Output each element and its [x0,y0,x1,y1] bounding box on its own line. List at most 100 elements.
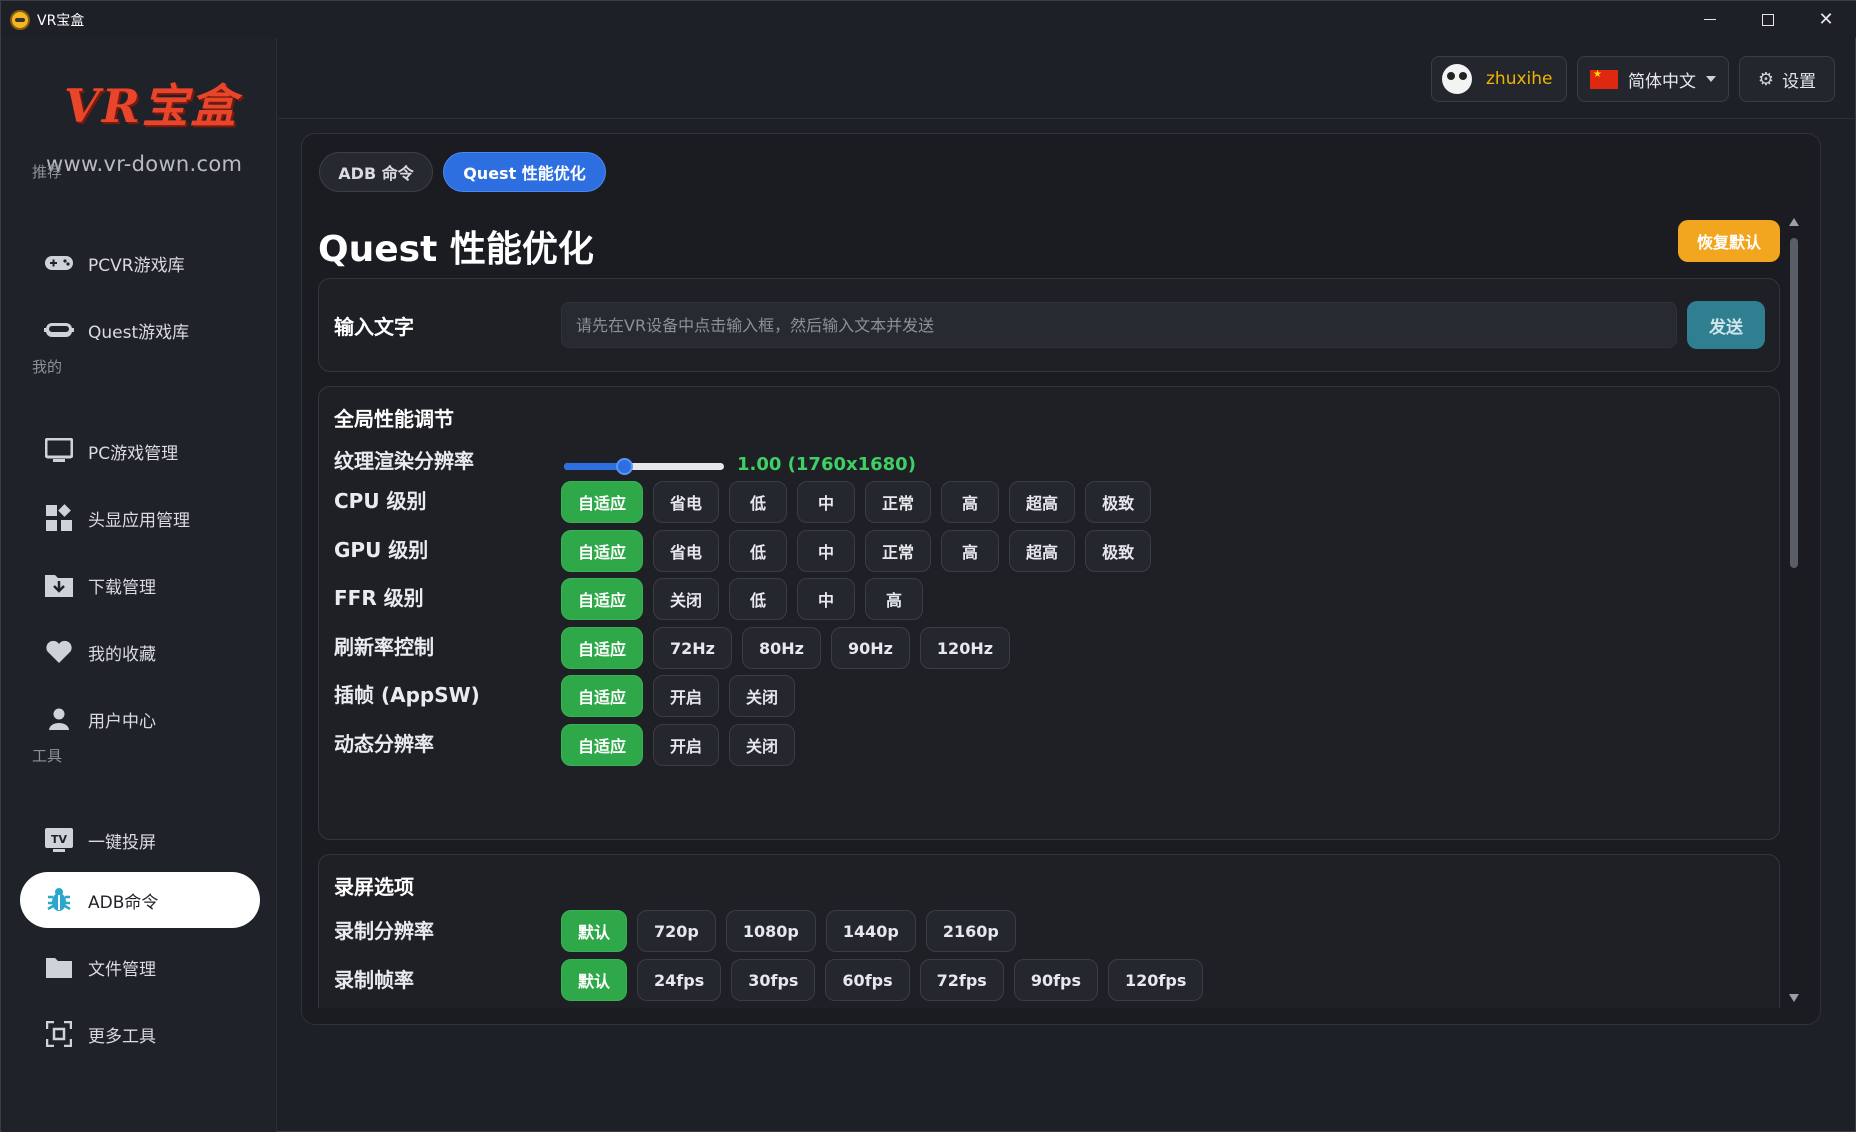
option-button[interactable]: 120Hz [919,627,1011,669]
folder-icon [44,952,74,982]
record-resolution-options: 默认 720p 1080p 1440p 2160p [561,910,1016,952]
sidebar-item-label: 用户中心 [88,711,156,732]
option-button[interactable]: 超高 [1009,481,1076,523]
option-button[interactable]: 72Hz [653,627,732,669]
scroll-content[interactable]: 输入文字 发送 全局性能调节 纹理渲染分辨率 1.00 (1760x1680) … [318,278,1782,1008]
language-select[interactable]: 简体中文 [1577,56,1729,102]
option-button[interactable]: 自适应 [561,627,644,669]
vertical-scrollbar[interactable] [1788,218,1800,1008]
option-button[interactable]: 高 [941,530,1000,572]
option-button[interactable]: 自适应 [561,530,644,572]
avatar [1442,64,1472,94]
settings-button[interactable]: ⚙ 设置 [1739,56,1835,102]
sidebar-item-adb-command[interactable]: ADB命令 [20,872,260,928]
option-button[interactable]: 正常 [865,530,932,572]
page-title: Quest 性能优化 [318,229,594,270]
option-button[interactable]: 1440p [825,910,916,952]
option-button[interactable]: 开启 [653,675,720,717]
option-button[interactable]: 默认 [561,959,628,1001]
close-button[interactable]: ✕ [1797,1,1855,38]
minimize-button[interactable] [1681,1,1739,38]
sidebar-item-my-favorites[interactable]: 我的收藏 [20,624,260,680]
record-framerate-options: 默认 24fps 30fps 60fps 72fps 90fps 120fps [561,959,1204,1001]
sidebar-item-more-tools[interactable]: 更多工具 [20,1006,260,1062]
option-button[interactable]: 低 [729,481,788,523]
sidebar-item-label: 头显应用管理 [88,510,190,531]
send-button[interactable]: 发送 [1687,301,1765,349]
option-button[interactable]: 60fps [825,959,910,1001]
option-button[interactable]: 中 [797,530,856,572]
settings-label: 设置 [1782,71,1817,92]
sidebar-item-label: 更多工具 [88,1026,156,1047]
sidebar-item-pc-game-management[interactable]: PC游戏管理 [20,423,260,479]
sidebar-item-download-management[interactable]: 下载管理 [20,557,260,613]
option-button[interactable]: 自适应 [561,724,644,766]
scroll-up-icon[interactable] [1789,218,1799,226]
texture-resolution-slider[interactable] [564,458,724,475]
tv-icon: TV [44,825,74,855]
sidebar-item-pcvr-library[interactable]: PCVR游戏库 [20,235,260,291]
sidebar-item-file-management[interactable]: 文件管理 [20,939,260,995]
option-button[interactable]: 开启 [653,724,720,766]
sidebar-item-label: Quest游戏库 [88,322,190,343]
section-label-recommend: 推荐 [32,163,63,181]
option-button[interactable]: 关闭 [729,675,796,717]
tab-quest-performance[interactable]: Quest 性能优化 [443,152,606,192]
option-button[interactable]: 自适应 [561,578,644,620]
refresh-rate-label: 刷新率控制 [334,635,434,659]
app-window: VR宝盒 ✕ VR宝盒 www.vr-down.com 推荐 PCVR游戏库 Q… [0,0,1856,1132]
option-button[interactable]: 自适应 [561,675,644,717]
user-chip[interactable]: zhuxihe [1431,56,1567,102]
maximize-icon [1762,13,1774,26]
option-button[interactable]: 中 [797,578,856,620]
option-button[interactable]: 自适应 [561,481,644,523]
sidebar-item-quest-library[interactable]: Quest游戏库 [20,302,260,358]
option-button[interactable]: 省电 [653,481,720,523]
scan-icon [44,1019,74,1049]
option-button[interactable]: 24fps [637,959,722,1001]
option-button[interactable]: 80Hz [741,627,821,669]
monitor-icon [44,436,74,466]
option-button[interactable]: 2160p [925,910,1016,952]
option-button[interactable]: 90fps [1013,959,1099,1001]
section-label-mine: 我的 [32,358,63,376]
option-button[interactable]: 低 [729,578,788,620]
sidebar: VR宝盒 www.vr-down.com 推荐 PCVR游戏库 Quest游戏库… [2,38,277,1132]
scrollbar-thumb[interactable] [1790,238,1798,568]
scroll-down-icon[interactable] [1789,994,1799,1002]
option-button[interactable]: 极致 [1085,481,1152,523]
appsw-label: 插帧 (AppSW) [334,683,480,707]
maximize-button[interactable] [1739,1,1797,38]
logo: VR宝盒 www.vr-down.com [46,70,246,176]
option-button[interactable]: 省电 [653,530,720,572]
reset-default-button[interactable]: 恢复默认 [1678,220,1780,262]
slider-thumb[interactable] [616,458,634,475]
heart-icon [44,637,74,667]
option-button[interactable]: 72fps [919,959,1004,1001]
option-button[interactable]: 高 [865,578,924,620]
sidebar-item-user-center[interactable]: 用户中心 [20,691,260,747]
text-input[interactable] [561,302,1677,348]
option-button[interactable]: 90Hz [830,627,910,669]
option-button[interactable]: 正常 [865,481,932,523]
main-panel: ADB 命令 Quest 性能优化 Quest 性能优化 恢复默认 输入文字 发… [301,133,1821,1025]
option-button[interactable]: 120fps [1108,959,1204,1001]
sidebar-item-headset-app-management[interactable]: 头显应用管理 [20,490,260,546]
option-button[interactable]: 默认 [561,910,628,952]
option-button[interactable]: 中 [797,481,856,523]
option-button[interactable]: 720p [637,910,716,952]
tab-adb-command[interactable]: ADB 命令 [319,152,433,192]
option-button[interactable]: 低 [729,530,788,572]
option-button[interactable]: 30fps [731,959,816,1001]
gpu-level-options: 自适应 省电低中正常高超高 极致 [561,530,1152,572]
sidebar-item-screen-cast[interactable]: TV 一键投屏 [20,812,260,868]
option-button[interactable]: 极致 [1085,530,1152,572]
option-button[interactable]: 1080p [725,910,816,952]
option-button[interactable]: 高 [941,481,1000,523]
vr-headset-icon [44,315,74,345]
option-button[interactable]: 关闭 [653,578,720,620]
cpu-level-label: CPU 级别 [334,489,427,513]
option-button[interactable]: 关闭 [729,724,796,766]
global-performance-card: 全局性能调节 纹理渲染分辨率 1.00 (1760x1680) CPU 级别 自… [318,386,1780,840]
option-button[interactable]: 超高 [1009,530,1076,572]
